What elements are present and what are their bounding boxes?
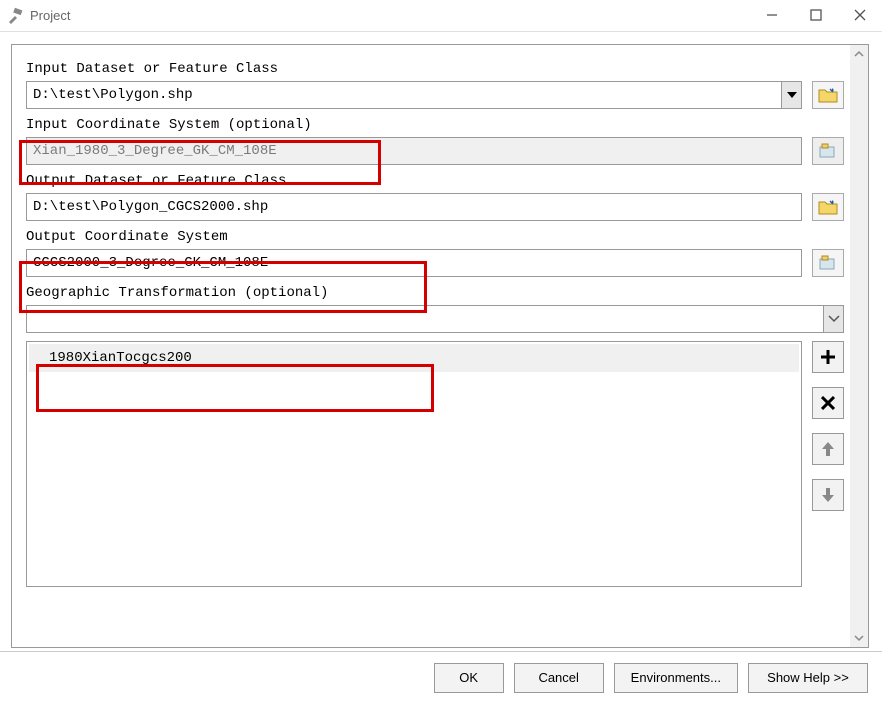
output-cs-label: Output Coordinate System <box>26 229 844 245</box>
geo-transform-list[interactable]: 1980XianTocgcs200 <box>26 341 802 587</box>
minimize-button[interactable] <box>750 0 794 30</box>
input-cs-value: Xian_1980_3_Degree_GK_CM_108E <box>33 143 277 159</box>
input-dataset-label: Input Dataset or Feature Class <box>26 61 844 77</box>
output-cs-browse-button[interactable] <box>812 249 844 277</box>
move-down-button[interactable] <box>812 479 844 511</box>
input-dataset-value: D:\test\Polygon.shp <box>33 87 193 103</box>
output-dataset-value: D:\test\Polygon_CGCS2000.shp <box>33 199 268 215</box>
titlebar: Project <box>0 0 882 32</box>
scroll-down-icon[interactable] <box>850 629 868 647</box>
input-cs-browse-button[interactable] <box>812 137 844 165</box>
move-up-button[interactable] <box>812 433 844 465</box>
maximize-button[interactable] <box>794 0 838 30</box>
input-dataset-dropdown-button[interactable] <box>781 82 801 108</box>
input-cs-input: Xian_1980_3_Degree_GK_CM_108E <box>26 137 802 165</box>
list-item[interactable]: 1980XianTocgcs200 <box>29 344 799 372</box>
window-title: Project <box>30 8 70 23</box>
output-cs-value: CGCS2000_3_Degree_GK_CM_108E <box>33 255 268 271</box>
scrollbar[interactable] <box>850 45 868 647</box>
output-dataset-input[interactable]: D:\test\Polygon_CGCS2000.shp <box>26 193 802 221</box>
output-dataset-label: Output Dataset or Feature Class <box>26 173 844 189</box>
geo-transform-combo[interactable] <box>26 305 844 333</box>
input-dataset-browse-button[interactable] <box>812 81 844 109</box>
environments-button[interactable]: Environments... <box>614 663 738 693</box>
list-item-text: 1980XianTocgcs200 <box>49 350 192 366</box>
scroll-up-icon[interactable] <box>850 45 868 63</box>
cancel-button[interactable]: Cancel <box>514 663 604 693</box>
add-button[interactable] <box>812 341 844 373</box>
ok-button[interactable]: OK <box>434 663 504 693</box>
output-cs-input[interactable]: CGCS2000_3_Degree_GK_CM_108E <box>26 249 802 277</box>
content-frame: Input Dataset or Feature Class D:\test\P… <box>11 44 869 648</box>
close-button[interactable] <box>838 0 882 30</box>
show-help-button[interactable]: Show Help >> <box>748 663 868 693</box>
input-cs-label: Input Coordinate System (optional) <box>26 117 844 133</box>
form-body: Input Dataset or Feature Class D:\test\P… <box>12 45 868 601</box>
bottom-bar: OK Cancel Environments... Show Help >> <box>0 651 882 703</box>
geo-transform-dropdown-button[interactable] <box>823 306 843 332</box>
remove-button[interactable] <box>812 387 844 419</box>
geo-transform-label: Geographic Transformation (optional) <box>26 285 844 301</box>
window-controls <box>750 0 882 30</box>
output-dataset-browse-button[interactable] <box>812 193 844 221</box>
input-dataset-input[interactable]: D:\test\Polygon.shp <box>26 81 802 109</box>
hammer-icon <box>6 7 24 25</box>
